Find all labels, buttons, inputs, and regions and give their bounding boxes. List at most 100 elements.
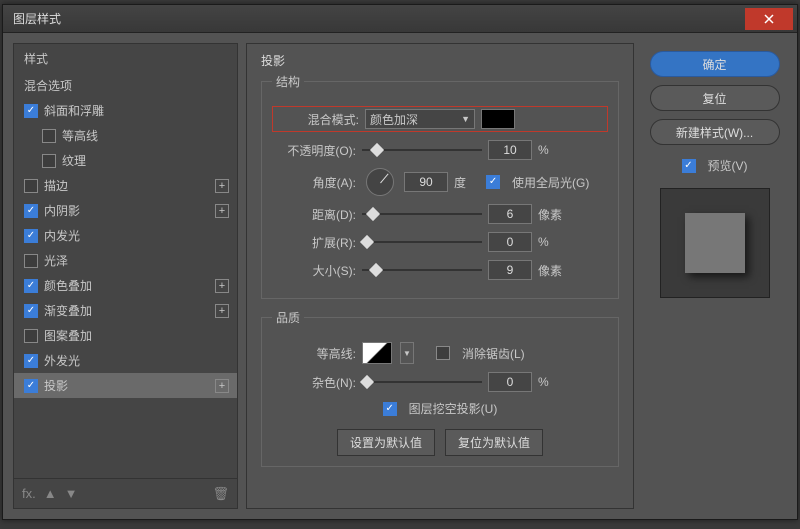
effect-checkbox[interactable] (24, 104, 38, 118)
default-buttons-row: 设置为默认值 复位为默认值 (272, 429, 608, 456)
distance-unit: 像素 (538, 206, 576, 223)
effect-checkbox[interactable] (24, 304, 38, 318)
shadow-color-swatch[interactable] (481, 109, 515, 129)
sidebar-item-1[interactable]: 等高线 (14, 123, 237, 148)
quality-group: 品质 等高线: ▼ 消除锯齿(L) 杂色(N): 0 % (261, 309, 619, 467)
sidebar-item-label: 描边 (44, 177, 68, 194)
blending-options[interactable]: 混合选项 (14, 73, 237, 98)
size-row: 大小(S): 9 像素 (272, 260, 608, 280)
angle-dial[interactable] (366, 168, 394, 196)
blend-mode-row: 混合模式: 颜色加深 ▼ (272, 106, 608, 132)
effect-checkbox[interactable] (24, 254, 38, 268)
effect-checkbox[interactable] (24, 354, 38, 368)
spread-label: 扩展(R): (272, 234, 356, 251)
blend-mode-value: 颜色加深 (370, 111, 418, 128)
effect-checkbox[interactable] (24, 229, 38, 243)
size-input[interactable]: 9 (488, 260, 532, 280)
knockout-label: 图层挖空投影(U) (409, 400, 498, 417)
blend-mode-select[interactable]: 颜色加深 ▼ (365, 109, 475, 129)
effect-checkbox[interactable] (24, 279, 38, 293)
chevron-down-icon: ▼ (461, 114, 470, 124)
close-button[interactable] (745, 8, 793, 30)
contour-row: 等高线: ▼ 消除锯齿(L) (272, 342, 608, 364)
preview-toggle[interactable]: 预览(V) (682, 157, 748, 174)
set-default-button[interactable]: 设置为默认值 (337, 429, 435, 456)
structure-legend: 结构 (272, 73, 304, 90)
preview-checkbox[interactable] (682, 159, 696, 173)
sidebar-item-label: 投影 (44, 377, 68, 394)
sidebar-item-7[interactable]: 颜色叠加+ (14, 273, 237, 298)
spread-slider[interactable] (362, 235, 482, 249)
ok-button[interactable]: 确定 (650, 51, 780, 77)
preview-swatch (685, 213, 745, 273)
effect-panel: 投影 结构 混合模式: 颜色加深 ▼ 不透明度(O): 10 % (246, 43, 634, 509)
sidebar-item-9[interactable]: 图案叠加 (14, 323, 237, 348)
add-effect-button[interactable]: + (215, 204, 229, 218)
spread-row: 扩展(R): 0 % (272, 232, 608, 252)
sidebar-item-5[interactable]: 内发光 (14, 223, 237, 248)
noise-row: 杂色(N): 0 % (272, 372, 608, 392)
add-effect-button[interactable]: + (215, 304, 229, 318)
distance-label: 距离(D): (272, 206, 356, 223)
effect-checkbox[interactable] (24, 329, 38, 343)
size-label: 大小(S): (272, 262, 356, 279)
sidebar-item-4[interactable]: 内阴影 + (14, 198, 237, 223)
antialias-label: 消除锯齿(L) (462, 345, 525, 362)
effect-checkbox[interactable] (42, 129, 56, 143)
opacity-input[interactable]: 10 (488, 140, 532, 160)
add-effect-button[interactable]: + (215, 179, 229, 193)
size-slider[interactable] (362, 263, 482, 277)
global-light-checkbox[interactable] (486, 175, 500, 189)
trash-icon[interactable]: 🗑 (212, 486, 229, 502)
sidebar-item-label: 斜面和浮雕 (44, 102, 104, 119)
preview-box (660, 188, 770, 298)
sidebar-item-label: 渐变叠加 (44, 302, 92, 319)
contour-dropdown-button[interactable]: ▼ (400, 342, 414, 364)
angle-input[interactable]: 90 (404, 172, 448, 192)
add-effect-button[interactable]: + (215, 379, 229, 393)
move-down-icon[interactable]: ▼ (65, 486, 78, 501)
size-unit: 像素 (538, 262, 576, 279)
sidebar-item-8[interactable]: 渐变叠加 + (14, 298, 237, 323)
panel-title: 投影 (261, 52, 619, 69)
distance-input[interactable]: 6 (488, 204, 532, 224)
noise-input[interactable]: 0 (488, 372, 532, 392)
titlebar: 图层样式 (3, 5, 797, 33)
fx-icon[interactable]: fx. (22, 486, 36, 501)
effect-checkbox[interactable] (24, 179, 38, 193)
new-style-button[interactable]: 新建样式(W)... (650, 119, 780, 145)
sidebar-item-2[interactable]: 纹理 (14, 148, 237, 173)
angle-unit: 度 (454, 174, 466, 191)
contour-picker[interactable] (362, 342, 392, 364)
effect-checkbox[interactable] (42, 154, 56, 168)
cancel-button[interactable]: 复位 (650, 85, 780, 111)
sidebar-item-6[interactable]: 光泽 (14, 248, 237, 273)
sidebar-header: 样式 (14, 44, 237, 73)
sidebar-item-label: 光泽 (44, 252, 68, 269)
sidebar-item-10[interactable]: 外发光 (14, 348, 237, 373)
spread-unit: % (538, 235, 576, 249)
noise-label: 杂色(N): (272, 374, 356, 391)
dialog-content: 样式 混合选项 斜面和浮雕等高线纹理描边 + 内阴影 + 内发光光泽颜色叠加+ 渐变叠加 +… (3, 33, 797, 519)
reset-default-button[interactable]: 复位为默认值 (445, 429, 543, 456)
opacity-label: 不透明度(O): (272, 142, 356, 159)
sidebar-item-3[interactable]: 描边 + (14, 173, 237, 198)
blend-mode-label: 混合模式: (275, 111, 359, 128)
sidebar-item-label: 外发光 (44, 352, 80, 369)
add-effect-button[interactable]: + (215, 279, 229, 293)
sidebar-item-11[interactable]: 投影 + (14, 373, 237, 398)
opacity-slider[interactable] (362, 143, 482, 157)
knockout-checkbox[interactable] (383, 402, 397, 416)
quality-legend: 品质 (272, 309, 304, 326)
move-up-icon[interactable]: ▲ (44, 486, 57, 501)
antialias-checkbox[interactable] (436, 346, 450, 360)
opacity-row: 不透明度(O): 10 % (272, 140, 608, 160)
effect-checkbox[interactable] (24, 379, 38, 393)
sidebar-item-0[interactable]: 斜面和浮雕 (14, 98, 237, 123)
distance-slider[interactable] (362, 207, 482, 221)
effect-checkbox[interactable] (24, 204, 38, 218)
spread-input[interactable]: 0 (488, 232, 532, 252)
noise-slider[interactable] (362, 375, 482, 389)
sidebar-item-label: 内阴影 (44, 202, 80, 219)
preview-label: 预览(V) (708, 157, 748, 174)
